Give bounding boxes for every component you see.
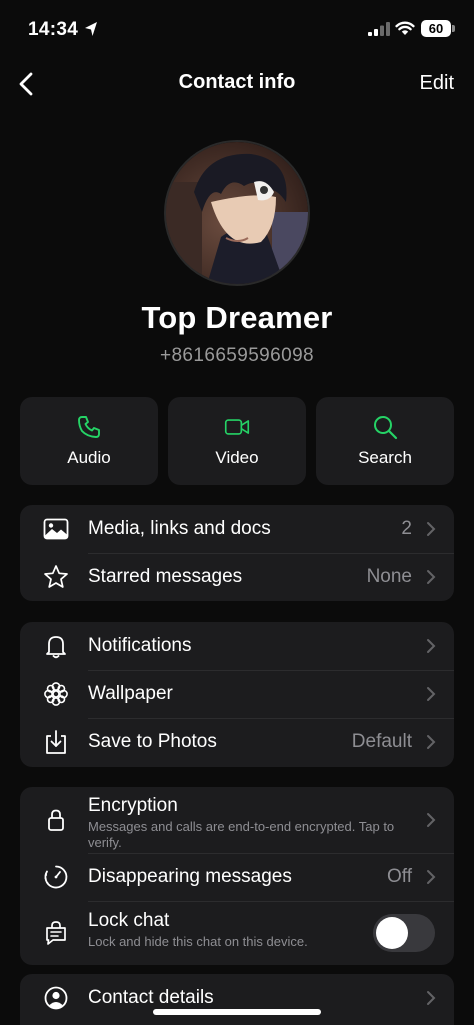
- save-to-photos-row[interactable]: Save to Photos Default: [20, 718, 454, 766]
- video-call-button[interactable]: Video: [168, 397, 306, 485]
- battery-cap: [452, 25, 455, 32]
- chevron-right-icon: [427, 522, 436, 536]
- avatar-image: [166, 142, 308, 284]
- lock-chat-toggle[interactable]: [373, 914, 435, 952]
- lock-chat-text: Lock chat Lock and hide this chat on thi…: [88, 910, 354, 950]
- avatar[interactable]: [164, 140, 310, 286]
- chevron-right-icon: [427, 570, 436, 584]
- flower-icon: [42, 680, 70, 708]
- lock-chat-label: Lock chat: [88, 910, 170, 931]
- quick-actions: Audio Video Search: [20, 397, 454, 485]
- contact-details-group: Contact details: [20, 974, 454, 1025]
- audio-label: Audio: [67, 448, 111, 467]
- media-label: Media, links and docs: [88, 518, 271, 539]
- disappearing-messages-row[interactable]: Disappearing messages Off: [20, 853, 454, 901]
- page-title: Contact info: [178, 71, 296, 93]
- save-to-photos-value: Default: [351, 731, 412, 752]
- contact-name: Top Dreamer: [141, 300, 333, 335]
- search-icon: [374, 416, 398, 440]
- status-bar: 14:34 60: [0, 0, 474, 60]
- phone-icon: [78, 416, 100, 438]
- wallpaper-label: Wallpaper: [88, 683, 173, 704]
- starred-messages-row[interactable]: Starred messages None: [20, 553, 454, 601]
- download-icon: [42, 728, 70, 756]
- lock-chat-icon: [42, 919, 70, 947]
- image-icon: [42, 515, 70, 543]
- timer-icon: [42, 863, 70, 891]
- search-button[interactable]: Search: [316, 397, 454, 485]
- battery-indicator: 60: [421, 20, 451, 37]
- wallpaper-row[interactable]: Wallpaper: [20, 670, 454, 718]
- starred-label: Starred messages: [88, 566, 243, 587]
- video-label: Video: [215, 448, 259, 467]
- contact-info-screen: 14:34 60 Contact info Edit Top Dreamer +…: [0, 0, 474, 1025]
- location-arrow-icon: [85, 22, 97, 36]
- encryption-row[interactable]: Encryption Messages and calls are end-to…: [20, 787, 454, 853]
- chevron-right-icon: [427, 735, 436, 749]
- save-to-photos-label: Save to Photos: [88, 731, 217, 752]
- video-icon: [224, 419, 250, 435]
- chevron-right-icon: [427, 991, 436, 1005]
- lock-icon: [42, 806, 70, 834]
- media-group: Media, links and docs 2 Starred messages…: [20, 505, 454, 601]
- home-indicator[interactable]: [153, 1009, 321, 1015]
- privacy-group: Encryption Messages and calls are end-to…: [20, 787, 454, 965]
- search-label: Search: [358, 448, 412, 467]
- encryption-text: Encryption Messages and calls are end-to…: [88, 795, 410, 851]
- contact-details-label: Contact details: [88, 987, 214, 1008]
- encryption-description: Messages and calls are end-to-end encryp…: [88, 819, 395, 850]
- disappearing-value: Off: [387, 866, 412, 887]
- chevron-right-icon: [427, 813, 436, 827]
- chevron-right-icon: [427, 870, 436, 884]
- media-links-docs-row[interactable]: Media, links and docs 2: [20, 505, 454, 553]
- contact-phone: +8616659596098: [159, 345, 315, 366]
- person-circle-icon: [42, 984, 70, 1012]
- notifications-row[interactable]: Notifications: [20, 622, 454, 670]
- encryption-label: Encryption: [88, 795, 178, 816]
- star-icon: [42, 563, 70, 591]
- chevron-right-icon: [427, 687, 436, 701]
- settings-group: Notifications Wallpaper Save to Photos D…: [20, 622, 454, 767]
- status-time: 14:34: [28, 19, 79, 40]
- starred-value: None: [366, 566, 412, 587]
- lock-chat-description: Lock and hide this chat on this device.: [88, 934, 308, 949]
- media-count: 2: [401, 518, 412, 539]
- bell-icon: [42, 632, 70, 660]
- disappearing-label: Disappearing messages: [88, 866, 292, 887]
- wifi-icon: [395, 21, 415, 35]
- cellular-signal-icon: [368, 22, 390, 36]
- chevron-right-icon: [427, 639, 436, 653]
- audio-call-button[interactable]: Audio: [20, 397, 158, 485]
- notifications-label: Notifications: [88, 635, 192, 656]
- lock-chat-row: Lock chat Lock and hide this chat on thi…: [20, 901, 454, 965]
- toggle-knob: [376, 917, 408, 949]
- edit-button[interactable]: Edit: [420, 72, 454, 95]
